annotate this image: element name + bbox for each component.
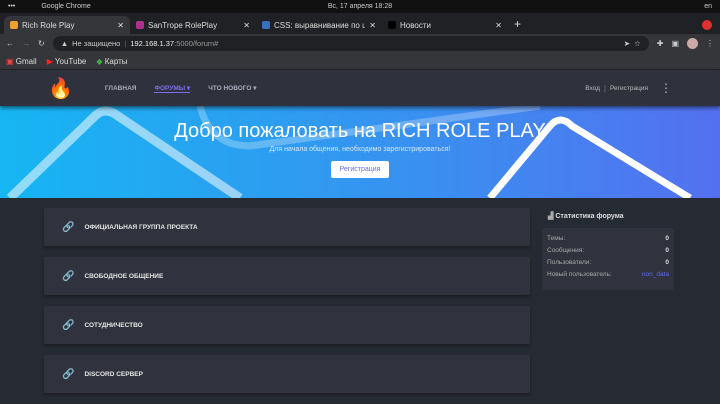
bookmark-youtube[interactable]: ▶ YouTube [47,57,87,66]
register-button[interactable]: Регистрация [330,161,390,178]
tab-title: SanTrope RolePlay [148,20,218,30]
stat-label: Пользователи: [547,259,592,266]
stat-row: Пользователи: 0 [547,259,669,266]
warning-icon: ▲ [60,39,69,48]
url-host: 192.168.1.37 [130,39,175,48]
menu-icon[interactable]: ⋮ [706,39,714,48]
link-icon: 🔗 [62,221,75,233]
bookmark-gmail[interactable]: ▣ Gmail [6,57,37,66]
forum-stats: ▟ Статистика форума Темы: 0 Сообщения: 0 П… [542,208,674,404]
avatar[interactable] [687,38,698,49]
datetime[interactable]: Вс, 17 апреля 18:28 [0,3,720,10]
register-link[interactable]: Регистрация [610,85,648,92]
reload-icon[interactable]: ↻ [38,39,45,48]
forum-title[interactable]: СОТУДНИЧЕСТВО [84,322,142,329]
security-warning[interactable]: Не защищено [72,39,120,48]
url-path: :5000/forum# [174,39,219,48]
favicon-icon [136,21,144,29]
stat-label: Новый пользователь: [547,271,612,278]
forum-item[interactable]: 🔗 DISCORD СЕРВЕР [44,355,530,393]
stat-value: 0 [665,259,669,266]
tab-title: Rich Role Play [22,20,75,30]
bookmark-label: YouTube [54,56,87,66]
sidebar-icon[interactable]: ▣ [671,39,679,48]
hero-banner: Добро пожаловать на RICH ROLE PLAY Для н… [0,106,720,198]
hero-subtitle: Для начала общения, необходимо зарегистр… [269,146,451,153]
nav-home[interactable]: ГЛАВНАЯ [105,85,137,92]
tab-strip: Rich Role Play ✕ SanTrope RolePlay ✕ CSS: … [0,13,720,34]
forum-list: 🔗 ОФИЦИАЛЬНАЯ ГРУППА ПРОЕКТА 🔗 СВОБОДНОЕ О… [44,208,530,404]
forum-item[interactable]: 🔗 СОТУДНИЧЕСТВО [44,306,530,344]
stat-row: Сообщения: 0 [547,247,669,254]
close-window-button[interactable] [702,20,712,30]
bookmark-maps[interactable]: ◆ Карты [96,57,127,66]
favicon-icon [388,21,396,29]
chart-icon: ▟ [548,213,554,220]
hero-title: Добро пожаловать на RICH ROLE PLAY [174,120,546,142]
stat-label: Сообщения: [547,247,585,254]
nav-whats-new[interactable]: ЧТО НОВОГО ▾ [208,84,256,92]
link-icon: 🔗 [62,270,75,282]
stat-value: 0 [665,235,669,242]
favicon-icon [262,21,270,29]
forum-item[interactable]: 🔗 ОФИЦИАЛЬНАЯ ГРУППА ПРОЕКТА [44,208,530,246]
extensions-icon[interactable]: ✚ [657,39,664,48]
toolbar: ← → ↻ ▲ Не защищено | 192.168.1.37:5000/for… [0,34,720,53]
nav-forums[interactable]: ФОРУМЫ ▾ [154,84,191,93]
more-icon[interactable]: ⋮ [660,81,672,95]
forward-icon[interactable]: → [22,39,30,48]
link-icon: 🔗 [62,319,75,331]
close-icon[interactable]: ✕ [117,21,124,30]
logo-icon[interactable]: 🔥 [48,76,73,101]
forum-title[interactable]: DISCORD СЕРВЕР [84,371,143,378]
address-bar[interactable]: ▲ Не защищено | 192.168.1.37:5000/forum# … [52,36,649,51]
system-bar: ••• Google Chrome Вс, 17 апреля 18:28 en [0,0,720,13]
new-tab-button[interactable]: + [514,17,521,31]
login-link[interactable]: Вход [585,85,600,92]
close-icon[interactable]: ✕ [243,21,250,30]
tab[interactable]: SanTrope RolePlay ✕ [130,16,256,34]
site-nav: 🔥 ГЛАВНАЯ ФОРУМЫ ▾ ЧТО НОВОГО ▾ Вход | Р… [0,70,720,106]
stat-value: 0 [665,247,669,254]
stat-label: Темы: [547,235,566,242]
stat-row: Новый пользователь: non_data [547,271,669,278]
bookmarks-bar: ▣ Gmail ▶ YouTube ◆ Карты [0,53,720,70]
close-icon[interactable]: ✕ [369,21,376,30]
share-icon[interactable]: ➤ [624,39,630,48]
link-icon: 🔗 [62,368,75,380]
tab[interactable]: Новости ✕ [382,16,508,34]
forum-title[interactable]: СВОБОДНОЕ ОБЩЕНИЕ [84,273,163,280]
close-icon[interactable]: ✕ [495,21,502,30]
new-user-link[interactable]: non_data [642,271,669,278]
favicon-icon [10,21,18,29]
bookmark-label: Карты [104,56,128,66]
back-icon[interactable]: ← [6,39,14,48]
tab-title: Новости [400,20,431,30]
forum-item[interactable]: 🔗 СВОБОДНОЕ ОБЩЕНИЕ [44,257,530,295]
tab[interactable]: CSS: выравнивание по ц ✕ [256,16,382,34]
stat-row: Темы: 0 [547,235,669,242]
tab[interactable]: Rich Role Play ✕ [4,16,130,34]
star-icon[interactable]: ☆ [634,39,641,48]
tab-title: CSS: выравнивание по ц [274,20,366,30]
stats-title: Статистика форума [555,213,624,220]
bookmark-label: Gmail [15,56,37,66]
forum-title[interactable]: ОФИЦИАЛЬНАЯ ГРУППА ПРОЕКТА [84,224,197,231]
